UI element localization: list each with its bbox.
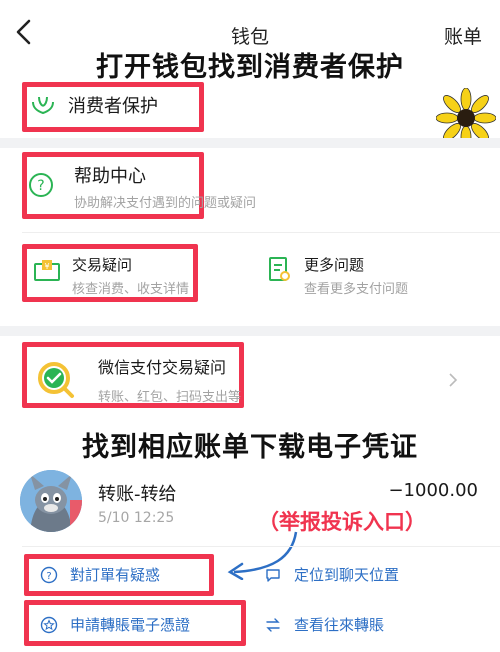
chat-bubble-icon (264, 566, 282, 584)
order-doubt-label: 對訂單有疑惑 (70, 566, 161, 584)
menu-item-wechat-pay-question[interactable]: 微信支付交易疑问 转账、红包、扫码支出等 (30, 348, 470, 405)
menu-item-trade-question[interactable]: ¥ 交易疑问 核查消费、收支详情 (30, 252, 195, 298)
avatar (20, 470, 82, 532)
document-search-icon (268, 256, 292, 284)
overlay-title-mid: 找到相应账单下载电子凭证 (82, 432, 418, 463)
menu-item-more-questions[interactable]: 更多问题 查看更多支付问题 (268, 252, 468, 298)
view-transfers-link[interactable]: 查看往來轉賬 (264, 614, 384, 635)
question-circle-icon: ? (40, 566, 58, 584)
help-center-desc: 协助解决支付遇到的问题或疑问 (74, 196, 257, 211)
question-circle-icon: ? (28, 172, 54, 198)
apply-voucher-link[interactable]: 申請轉賬電子憑證 (40, 614, 190, 635)
svg-text:?: ? (37, 178, 44, 194)
hands-protect-icon (30, 92, 56, 118)
star-badge-icon (40, 616, 58, 634)
chevron-right-icon (448, 372, 458, 392)
section-divider (0, 326, 500, 336)
view-transfers-label: 查看往來轉賬 (294, 616, 385, 634)
wechat-pay-search-icon (36, 360, 76, 400)
consumer-protection-label: 消费者保护 (68, 96, 158, 117)
swap-arrows-icon (264, 616, 282, 634)
order-doubt-link[interactable]: ? 對訂單有疑惑 (40, 564, 160, 585)
locate-chat-label: 定位到聊天位置 (294, 566, 400, 584)
row-divider (22, 232, 500, 233)
bill-time: 5/10 12:25 (98, 510, 175, 526)
help-center-title: 帮助中心 (74, 166, 146, 187)
more-questions-desc: 查看更多支付问题 (304, 282, 409, 297)
menu-item-help-center[interactable]: ? 帮助中心 协助解决支付遇到的问题或疑问 (28, 158, 328, 214)
wechat-pay-title: 微信支付交易疑问 (98, 358, 227, 377)
trade-question-desc: 核查消费、收支详情 (72, 282, 190, 297)
trade-question-title: 交易疑问 (72, 256, 133, 274)
wechat-pay-desc: 转账、红包、扫码支出等 (98, 390, 242, 405)
receipt-icon: ¥ (32, 258, 62, 284)
bill-amount: −1000.00 (388, 480, 478, 501)
menu-item-consumer-protection[interactable]: 消费者保护 (30, 92, 158, 118)
more-questions-title: 更多问题 (304, 256, 365, 274)
overlay-title-top: 打开钱包找到消费者保护 (96, 52, 404, 83)
locate-chat-link[interactable]: 定位到聊天位置 (264, 564, 399, 585)
row-divider (22, 546, 500, 547)
bill-title: 转账-转给 (98, 484, 177, 505)
section-divider (0, 138, 500, 148)
svg-text:¥: ¥ (44, 262, 49, 271)
apply-voucher-label: 申請轉賬電子憑證 (70, 616, 191, 634)
svg-text:?: ? (46, 571, 51, 582)
